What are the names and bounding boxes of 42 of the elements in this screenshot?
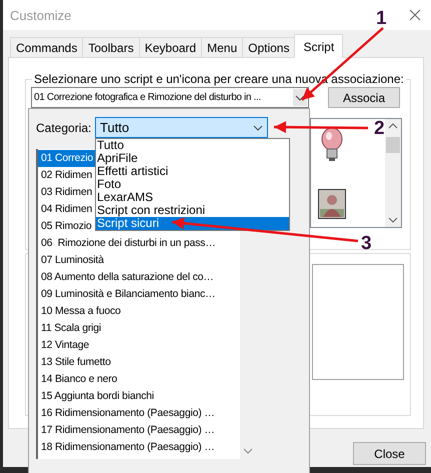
script-combo[interactable]: 01 Correzione fotografica e Rimozione del disturbo in ...: [31, 87, 309, 108]
light-bulb-icon[interactable]: [320, 127, 344, 163]
category-option[interactable]: Script con restrizioni: [96, 204, 289, 217]
window-title: Customize: [10, 8, 72, 22]
script-item[interactable]: 12 Vintage: [38, 337, 240, 354]
category-combo[interactable]: Tutto: [95, 117, 268, 138]
script-item[interactable]: 11 Scala grigi: [38, 320, 240, 337]
scrollbar[interactable]: [385, 119, 401, 227]
person-picture-icon[interactable]: [318, 189, 346, 219]
script-item[interactable]: 16 Ridimensionamento (Paesaggio) …: [38, 405, 240, 422]
script-item[interactable]: 08 Aumento della saturazione del co…: [38, 269, 240, 286]
chevron-down-icon[interactable]: [388, 217, 398, 223]
script-item[interactable]: 14 Bianco e nero: [38, 371, 240, 388]
category-option[interactable]: LexarAMS: [96, 191, 289, 204]
annotation-number: 1: [376, 8, 387, 29]
script-item[interactable]: 07 Luminosità: [38, 252, 240, 269]
category-option[interactable]: Script sicuri: [96, 217, 289, 230]
script-item[interactable]: 09 Luminosità e Bilanciamento bianc…: [38, 286, 240, 303]
category-option[interactable]: ApriFile: [96, 152, 289, 165]
chevron-down-icon: [295, 94, 305, 100]
category-label: Categoria:: [36, 120, 92, 134]
category-option[interactable]: Tutto: [96, 139, 289, 152]
chevron-down-icon: [253, 124, 263, 130]
tab[interactable]: Commands: [10, 37, 84, 58]
script-item[interactable]: 10 Messa a fuoco: [38, 303, 240, 320]
category-option[interactable]: Effetti artistici: [96, 165, 289, 178]
script-item[interactable]: 15 Aggiunta bordi bianchi: [38, 388, 240, 405]
annotation-number: 2: [374, 118, 385, 139]
script-item[interactable]: 17 Ridimensionamento (Paesaggio) …: [38, 422, 240, 439]
tab[interactable]: Script: [294, 34, 344, 58]
annotation-number: 3: [361, 233, 372, 254]
chevron-up-icon[interactable]: [388, 123, 398, 129]
close-button[interactable]: Close: [353, 442, 426, 465]
script-item[interactable]: 13 Stile fumetto: [38, 354, 240, 371]
chevron-down-icon[interactable]: [243, 448, 253, 454]
category-option[interactable]: Foto: [96, 178, 289, 191]
icon-list[interactable]: [310, 118, 402, 228]
script-item[interactable]: 18 Ridimensionamento (Paesaggio) …: [38, 439, 240, 456]
associate-button[interactable]: Associa: [328, 87, 400, 108]
script-item[interactable]: 06 Rimozione dei disturbi in un pass…: [38, 235, 240, 252]
scrollbar-thumb[interactable]: [386, 137, 400, 153]
close-icon[interactable]: [409, 9, 421, 21]
